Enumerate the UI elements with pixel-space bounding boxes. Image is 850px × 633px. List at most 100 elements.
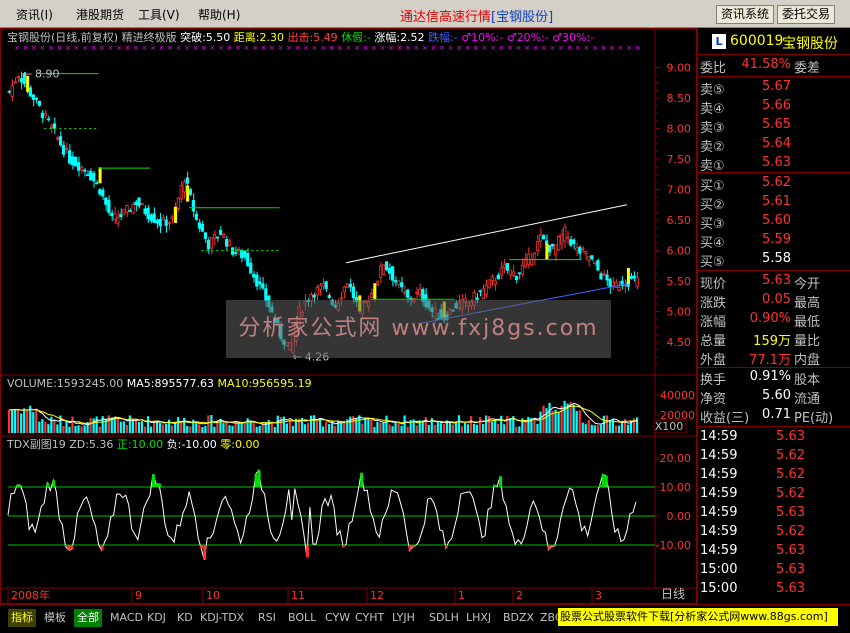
divider — [698, 426, 850, 427]
tab-kdj-tdx[interactable]: KDJ-TDX — [197, 609, 247, 627]
stat-row: 收益(三) 0.71 PE(动) — [698, 406, 850, 426]
tab-kd[interactable]: KD — [174, 609, 196, 627]
volume-bar — [279, 416, 282, 433]
volume-bar — [8, 409, 11, 433]
tab-sdlh[interactable]: SDLH — [426, 609, 462, 627]
volume-bar — [291, 425, 295, 433]
candle-body — [632, 275, 636, 279]
chart-area[interactable]: 宝钢股份(日线,前复权) 精进终极版 突破:5.50 距离:2.30 出击:5.… — [0, 28, 697, 604]
volume-bar — [367, 417, 370, 433]
tab-cyht[interactable]: CYHT — [352, 609, 387, 627]
candle-body — [125, 205, 129, 213]
main-header-part: 跌幅:- — [428, 30, 461, 44]
price-axis-label: 5.50 — [667, 275, 692, 288]
candle-body — [43, 112, 48, 116]
volume-bar — [285, 423, 288, 433]
marker: × — [184, 44, 190, 52]
menu-help[interactable]: 帮助(H) — [198, 6, 240, 23]
tab-cyw[interactable]: CYW — [322, 609, 353, 627]
volume-bar — [228, 425, 231, 433]
sell-row[interactable]: 卖④ 5.66 — [698, 97, 850, 117]
day-period-tab[interactable]: 日线 — [661, 585, 685, 602]
volume-bar — [312, 415, 316, 433]
marker: × — [227, 44, 233, 52]
tab-boll[interactable]: BOLL — [285, 609, 319, 627]
indicator-axis-label: 20.00 — [660, 452, 692, 465]
volume-bar — [207, 415, 210, 433]
candle-body — [58, 136, 63, 146]
sell-row[interactable]: 卖⑤ 5.67 — [698, 78, 850, 98]
high-label: 8.90 — [35, 68, 60, 81]
volume-bar — [131, 419, 135, 433]
volume-bar — [379, 422, 382, 433]
stat-label: 收益(三) — [700, 411, 750, 426]
tab-模板[interactable]: 模板 — [41, 609, 69, 627]
sell-row[interactable]: 卖② 5.64 — [698, 135, 850, 155]
volume-bar — [442, 423, 445, 433]
volume-bar — [611, 418, 615, 433]
marker: × — [499, 44, 505, 52]
tab-指标[interactable]: 指标 — [8, 609, 36, 627]
marker: × — [439, 44, 445, 52]
volume-bar — [155, 421, 159, 433]
tick-time: 14:59 — [700, 429, 738, 444]
tick-price: 5.63 — [776, 543, 805, 558]
buy-row[interactable]: 买① 5.62 — [698, 174, 850, 194]
stat-row: 换手 0.91% 股本 — [698, 368, 850, 388]
sell-row[interactable]: 卖③ 5.65 — [698, 116, 850, 136]
price-axis-label: 7.00 — [667, 184, 692, 197]
volume-bar — [14, 409, 17, 433]
candle-body — [83, 169, 87, 172]
volume-bar — [80, 426, 83, 433]
stat-row: 净资 5.60 流通 — [698, 387, 850, 407]
tab-kdj[interactable]: KDJ — [144, 609, 169, 627]
volume-bar — [478, 417, 482, 433]
candle-body — [538, 234, 543, 242]
candle-body — [599, 273, 603, 280]
volume-bar — [608, 421, 612, 433]
info-system-button[interactable]: 资讯系统 — [716, 5, 775, 24]
candle-body — [581, 248, 585, 251]
volume-bar — [198, 424, 201, 433]
volume-bar — [394, 421, 397, 433]
volume-bar — [107, 415, 110, 433]
candle-body — [602, 273, 606, 276]
candle-body — [218, 229, 223, 235]
indicator-negative-bar — [342, 545, 346, 547]
volume-bar — [536, 423, 539, 433]
buy-row[interactable]: 买⑤ 5.58 — [698, 250, 850, 270]
menu-hk-futures[interactable]: 港股期货 — [76, 6, 124, 23]
marker: × — [176, 44, 182, 52]
volume-bar — [572, 404, 575, 433]
tab-全部[interactable]: 全部 — [74, 609, 102, 627]
tab-lyjh[interactable]: LYJH — [389, 609, 418, 627]
volume-bar — [177, 417, 180, 433]
candle-body — [629, 275, 633, 280]
volume-bar — [32, 412, 35, 433]
volume-bar — [222, 423, 225, 433]
candle-body — [212, 234, 217, 239]
volume-bar — [249, 422, 252, 433]
tab-bdzx[interactable]: BDZX — [500, 609, 537, 627]
marker: × — [74, 44, 80, 52]
tab-macd[interactable]: MACD — [107, 609, 146, 627]
marker: × — [354, 44, 360, 52]
sell-row[interactable]: 卖① 5.63 — [698, 154, 850, 174]
candle-body — [264, 288, 268, 301]
quote-panel: L 600019 宝钢股份 委比 41.58% 委差 卖⑤ 5.67 卖④ 5.66 卖… — [697, 28, 850, 604]
marker: × — [575, 44, 581, 52]
stat-label: 总量 — [700, 334, 727, 349]
buy-row[interactable]: 买④ 5.59 — [698, 231, 850, 251]
volume-bar — [216, 422, 219, 433]
ad-banner[interactable]: 股票公式股票软件下载[分析家公式网www.88gs.com] — [558, 608, 838, 626]
buy-row[interactable]: 买③ 5.60 — [698, 212, 850, 232]
menu-info[interactable]: 资讯(I) — [16, 6, 53, 23]
menu-tools[interactable]: 工具(V) — [138, 6, 180, 23]
tab-rsi[interactable]: RSI — [255, 609, 279, 627]
marker: × — [269, 44, 275, 52]
buy-row[interactable]: 买② 5.61 — [698, 193, 850, 213]
candle-body — [517, 272, 522, 275]
tab-lhxj[interactable]: LHXJ — [463, 609, 494, 627]
trade-button[interactable]: 委托交易 — [777, 5, 836, 24]
volume-bar — [65, 421, 68, 433]
